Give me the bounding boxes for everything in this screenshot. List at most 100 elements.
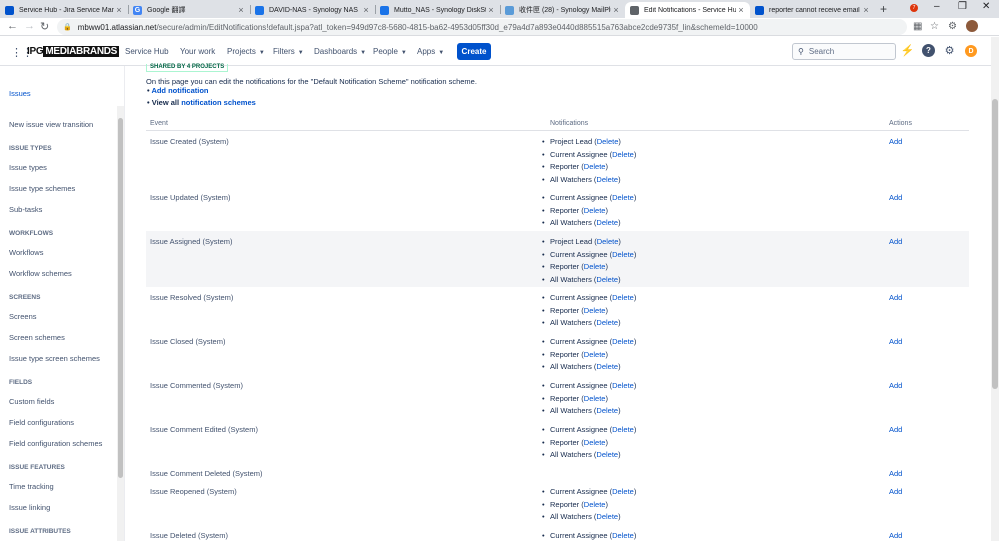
- address-bar[interactable]: 🔒 mbww01.atlassian.net/secure/admin/Edit…: [57, 19, 907, 35]
- delete-notification-link[interactable]: Delete: [612, 150, 634, 159]
- delete-notification-link[interactable]: Delete: [612, 531, 634, 540]
- add-notification-action[interactable]: Add: [889, 425, 902, 434]
- delete-notification-link[interactable]: Delete: [597, 137, 619, 146]
- new-tab-button[interactable]: +: [880, 2, 887, 16]
- add-notification-action[interactable]: Add: [889, 487, 902, 496]
- delete-notification-link[interactable]: Delete: [596, 450, 618, 459]
- add-notification-action[interactable]: Add: [889, 237, 902, 246]
- tab-close-icon[interactable]: ×: [114, 5, 124, 15]
- browser-tab[interactable]: G Google 翻譯 ×: [128, 2, 250, 18]
- tab-close-icon[interactable]: ×: [361, 5, 371, 15]
- close-window-icon[interactable]: ✕: [982, 1, 990, 12]
- delete-notification-link[interactable]: Delete: [596, 362, 618, 371]
- add-notification-action[interactable]: Add: [889, 381, 902, 390]
- nav-projects[interactable]: Projects ▼: [227, 47, 265, 56]
- extensions-icon[interactable]: ⚙: [948, 21, 957, 32]
- delete-notification-link[interactable]: Delete: [584, 306, 606, 315]
- delete-notification-link[interactable]: Delete: [584, 350, 606, 359]
- nav-dashboards[interactable]: Dashboards ▼: [314, 47, 366, 56]
- page-scrollbar[interactable]: [991, 37, 999, 541]
- delete-notification-link[interactable]: Delete: [597, 237, 619, 246]
- delete-notification-link[interactable]: Delete: [584, 262, 606, 271]
- delete-notification-link[interactable]: Delete: [584, 438, 606, 447]
- sidebar-item[interactable]: Field configuration schemes: [9, 439, 102, 448]
- browser-tab[interactable]: reporter cannot receive email ×: [750, 2, 875, 18]
- sidebar-item[interactable]: Issue linking: [9, 503, 50, 512]
- tab-close-icon[interactable]: ×: [236, 5, 246, 15]
- delete-notification-link[interactable]: Delete: [596, 318, 618, 327]
- sidebar-item[interactable]: Issue type schemes: [9, 184, 75, 193]
- shared-by-projects-badge[interactable]: SHARED BY 4 PROJECTS: [146, 64, 229, 72]
- delete-notification-link[interactable]: Delete: [584, 500, 606, 509]
- delete-notification-link[interactable]: Delete: [596, 512, 618, 521]
- nav-your-work[interactable]: Your work: [180, 47, 215, 56]
- delete-notification-link[interactable]: Delete: [612, 381, 634, 390]
- delete-notification-link[interactable]: Delete: [612, 487, 634, 496]
- page-scrollbar-thumb[interactable]: [992, 99, 998, 389]
- delete-notification-link[interactable]: Delete: [584, 162, 606, 171]
- delete-notification-link[interactable]: Delete: [584, 206, 606, 215]
- add-notification-action[interactable]: Add: [889, 137, 902, 146]
- tab-close-icon[interactable]: ×: [861, 5, 871, 15]
- restore-icon[interactable]: ❐: [958, 1, 967, 12]
- add-notification-action[interactable]: Add: [889, 337, 902, 346]
- tab-close-icon[interactable]: ×: [611, 5, 621, 15]
- browser-tab[interactable]: Edit Notifications - Service Hub ×: [625, 2, 750, 18]
- sidebar-item[interactable]: Issue type screen schemes: [9, 354, 100, 363]
- minimize-icon[interactable]: –: [934, 1, 940, 12]
- create-button[interactable]: Create: [457, 43, 491, 60]
- delete-notification-link[interactable]: Delete: [584, 394, 606, 403]
- sidebar-item[interactable]: Field configurations: [9, 418, 74, 427]
- delete-notification-link[interactable]: Delete: [596, 406, 618, 415]
- browser-tab[interactable]: DAVID-NAS - Synology NAS ×: [250, 2, 375, 18]
- add-notification-action[interactable]: Add: [889, 193, 902, 202]
- sidebar-scrollbar[interactable]: [117, 106, 124, 541]
- search-input[interactable]: [808, 47, 889, 56]
- sidebar-scrollbar-thumb[interactable]: [118, 118, 123, 478]
- delete-notification-link[interactable]: Delete: [612, 337, 634, 346]
- delete-notification-link[interactable]: Delete: [612, 250, 634, 259]
- translate-icon[interactable]: ▦: [913, 21, 922, 32]
- sidebar-item[interactable]: Screen schemes: [9, 333, 65, 342]
- delete-notification-link[interactable]: Delete: [612, 425, 634, 434]
- browser-tab[interactable]: Service Hub - Jira Service Mana ×: [0, 2, 128, 18]
- delete-notification-link[interactable]: Delete: [612, 293, 634, 302]
- delete-notification-link[interactable]: Delete: [596, 175, 618, 184]
- tab-close-icon[interactable]: ×: [486, 5, 496, 15]
- sidebar-item[interactable]: Workflows: [9, 248, 43, 257]
- site-logo[interactable]: IPG MEDIABRANDS: [27, 46, 120, 57]
- nav-apps[interactable]: Apps ▼: [417, 47, 444, 56]
- sidebar-item[interactable]: Screens: [9, 312, 37, 321]
- user-avatar[interactable]: D: [965, 45, 977, 57]
- add-notification-action[interactable]: Add: [889, 531, 902, 540]
- notifications-icon[interactable]: ⚡: [901, 44, 915, 57]
- delete-notification-link[interactable]: Delete: [596, 275, 618, 284]
- sidebar-item[interactable]: Issues: [9, 89, 31, 98]
- add-notification-link[interactable]: Add notification: [151, 86, 208, 95]
- nav-service-hub[interactable]: Service Hub: [125, 47, 169, 56]
- sidebar-item[interactable]: Custom fields: [9, 397, 54, 406]
- view-notification-schemes-link[interactable]: notification schemes: [181, 98, 256, 107]
- sidebar-item[interactable]: Issue types: [9, 163, 47, 172]
- nav-people[interactable]: People ▼: [373, 47, 407, 56]
- add-notification-action[interactable]: Add: [889, 469, 902, 478]
- reload-icon[interactable]: ↻: [40, 20, 49, 33]
- sidebar-item[interactable]: New issue view transition: [9, 120, 93, 129]
- sidebar-item[interactable]: Sub-tasks: [9, 205, 42, 214]
- nav-filters[interactable]: Filters ▼: [273, 47, 304, 56]
- search-box[interactable]: ⚲: [792, 43, 896, 60]
- settings-gear-icon[interactable]: ⚙: [943, 44, 956, 57]
- browser-tab[interactable]: Mutto_NAS - Synology DiskSt ×: [375, 2, 500, 18]
- sidebar-item[interactable]: Time tracking: [9, 482, 54, 491]
- delete-notification-link[interactable]: Delete: [596, 218, 618, 227]
- back-icon[interactable]: ←: [7, 20, 18, 32]
- bookmark-star-icon[interactable]: ☆: [930, 21, 939, 32]
- forward-icon[interactable]: →: [24, 20, 35, 32]
- browser-profile-avatar[interactable]: [966, 20, 978, 32]
- sidebar-item[interactable]: Workflow schemes: [9, 269, 72, 278]
- browser-tab[interactable]: 收件匣 (28) - Synology MailPlus ×: [500, 2, 625, 18]
- help-icon[interactable]: ?: [922, 44, 935, 57]
- add-notification-action[interactable]: Add: [889, 293, 902, 302]
- delete-notification-link[interactable]: Delete: [612, 193, 634, 202]
- tab-close-icon[interactable]: ×: [736, 5, 746, 15]
